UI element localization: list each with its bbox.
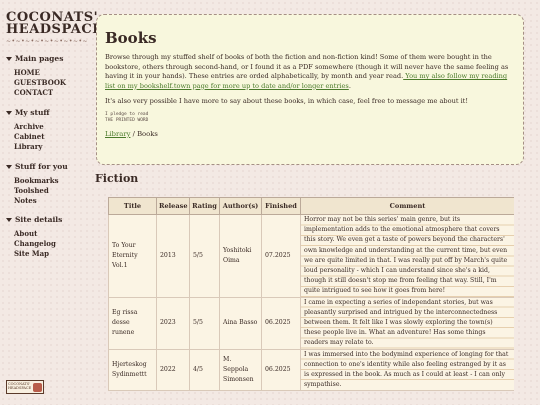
page-title: Books (105, 29, 157, 47)
badge-text: COCONATS' HEADSPACE (8, 382, 32, 390)
fiction-table: Title Release Rating Author(s) Finished … (108, 197, 514, 392)
logo-line-2: HEADSPACE (6, 22, 103, 37)
fiction-table-container[interactable]: Title Release Rating Author(s) Finished … (108, 197, 514, 405)
cell-authors: M. Seppola Simonsen (219, 348, 262, 392)
column-header-authors: Author(s) (219, 197, 262, 215)
cell-title: To Your Eternity Vol.1 (108, 214, 157, 298)
nav-heading-details[interactable]: Site details (6, 215, 62, 224)
site-button-badge[interactable]: COCONATS' HEADSPACE (6, 380, 44, 394)
stamp-line-2: THE PRINTED WORD (105, 117, 149, 123)
column-header-title: Title (108, 197, 157, 215)
nav-heading-main[interactable]: Main pages (6, 54, 66, 63)
cell-release: 2022 (156, 348, 190, 392)
cell-rating: 4/5 (189, 348, 220, 392)
column-header-comment: Comment (300, 197, 514, 215)
column-header-release: Release (156, 197, 190, 215)
books-intro-card: Books Browse through my stuffed shelf of… (96, 14, 524, 165)
nav-heading-foryou[interactable]: Stuff for you (6, 162, 68, 171)
nav-stuff-for-you: Stuff for you Bookmarks Toolshed Notes (6, 162, 68, 206)
pledge-stamp: I pledge to read THE PRINTED WORD (105, 112, 515, 124)
table-header-row: Title Release Rating Author(s) Finished … (108, 197, 514, 215)
cell-title: Hjerteskog Sydinmettt (108, 348, 157, 392)
column-header-rating: Rating (189, 197, 220, 215)
nav-link-about[interactable]: About (14, 229, 62, 239)
table-row: Eg rissa desse runene 2023 5/5 Aina Bass… (108, 296, 514, 350)
site-logo[interactable]: COCONATS' HEADSPACE (6, 11, 103, 37)
table-row: To Your Eternity Vol.1 2013 5/5 Yoshitok… (108, 214, 514, 298)
nav-link-home[interactable]: HOME (14, 68, 66, 78)
section-title-fiction: Fiction (95, 172, 139, 185)
breadcrumb: Library / Books (105, 130, 515, 138)
chevron-down-icon (6, 110, 12, 115)
nav-link-guestbook[interactable]: GUESTBOOK (14, 78, 66, 88)
logo-decoration: ~•~•~•~•~•~•~•~•~ (6, 38, 88, 45)
chevron-down-icon (6, 164, 12, 169)
nav-heading-label: My stuff (15, 108, 50, 117)
cell-authors: Yoshitoki Oima (219, 214, 262, 298)
nav-link-library[interactable]: Library (14, 142, 50, 152)
cell-title: Eg rissa desse runene (108, 296, 157, 350)
nav-link-toolshed[interactable]: Toolshed (14, 186, 68, 196)
sidebar: COCONATS' HEADSPACE ~•~•~•~•~•~•~•~•~ Ma… (0, 0, 102, 405)
cell-finished: 06.2025 (261, 348, 301, 392)
chevron-down-icon (6, 56, 12, 61)
intro-paragraph: Browse through my stuffed shelf of books… (105, 53, 515, 91)
nav-link-archive[interactable]: Archive (14, 122, 50, 132)
cell-comment: I came in expecting a series of independ… (300, 296, 514, 350)
breadcrumb-library-link[interactable]: Library (105, 130, 130, 138)
cell-finished: 07.2025 (261, 214, 301, 298)
cell-rating: 5/5 (189, 296, 220, 350)
column-header-finished: Finished (261, 197, 301, 215)
nav-heading-label: Stuff for you (15, 162, 68, 171)
breadcrumb-current: Books (137, 129, 158, 138)
intro-end: . (348, 81, 351, 90)
cell-comment: Horror may not be this series' main genr… (300, 214, 514, 298)
cell-release: 2023 (156, 296, 190, 350)
nav-link-notes[interactable]: Notes (14, 196, 68, 206)
nav-heading-label: Site details (15, 215, 63, 224)
cell-release: 2013 (156, 214, 190, 298)
nav-site-details: Site details About Changelog Site Map (6, 215, 62, 259)
nav-main-pages: Main pages HOME GUESTBOOK CONTACT (6, 54, 66, 98)
house-icon (33, 383, 42, 392)
nav-my-stuff: My stuff Archive Cabinet Library (6, 108, 50, 152)
cell-rating: 5/5 (189, 214, 220, 298)
nav-link-changelog[interactable]: Changelog (14, 239, 62, 249)
table-row: Hjerteskog Sydinmettt 2022 4/5 M. Seppol… (108, 348, 514, 392)
nav-heading-label: Main pages (15, 54, 64, 63)
note-paragraph: It's also very possible I have more to s… (105, 97, 468, 106)
cell-authors: Aina Basso (219, 296, 262, 350)
cell-comment: I was immersed into the bodymind experie… (300, 348, 514, 392)
cell-finished: 06.2025 (261, 296, 301, 350)
chevron-down-icon (6, 217, 12, 222)
nav-link-sitemap[interactable]: Site Map (14, 249, 62, 259)
nav-heading-stuff[interactable]: My stuff (6, 108, 50, 117)
nav-link-contact[interactable]: CONTACT (14, 88, 66, 98)
nav-link-cabinet[interactable]: Cabinet (14, 132, 50, 142)
nav-link-bookmarks[interactable]: Bookmarks (14, 176, 68, 186)
